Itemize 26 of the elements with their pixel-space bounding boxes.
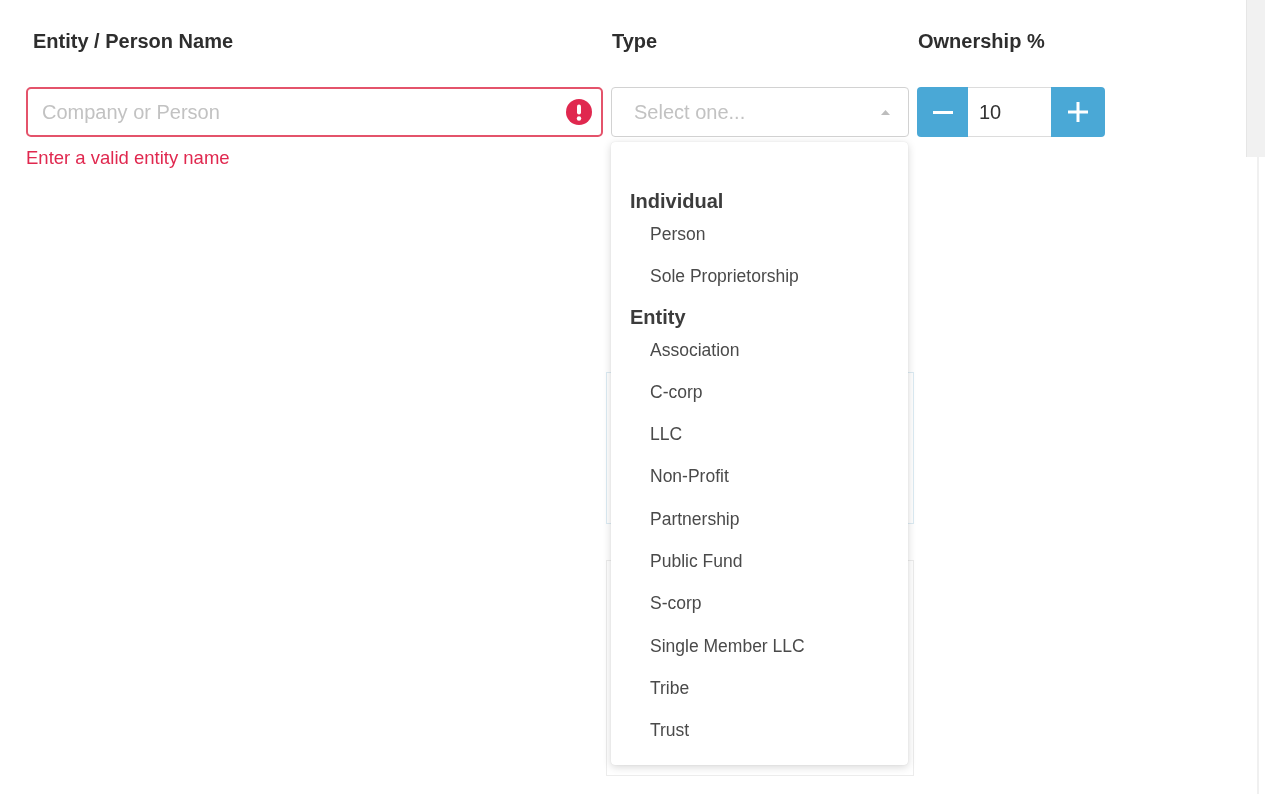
group-heading: Entity bbox=[630, 304, 686, 329]
dropdown-option[interactable]: Non-Profit bbox=[611, 455, 908, 498]
increment-button[interactable] bbox=[1051, 87, 1105, 137]
plus-icon bbox=[1068, 102, 1088, 122]
ownership-input[interactable]: 10 bbox=[968, 87, 1051, 137]
dropdown-option[interactable]: Public Fund bbox=[611, 540, 908, 583]
dropdown-option[interactable]: Single Member LLC bbox=[611, 624, 908, 667]
dropdown-option[interactable]: S-corp bbox=[611, 582, 908, 625]
dropdown-option[interactable]: LLC bbox=[611, 413, 908, 456]
dropdown-option[interactable]: Sole Proprietorship bbox=[611, 255, 908, 298]
dropdown-option[interactable]: Person bbox=[611, 213, 908, 256]
column-label: Ownership % bbox=[918, 29, 1045, 53]
decrement-button[interactable] bbox=[917, 87, 968, 137]
dropdown-option[interactable]: Partnership bbox=[611, 497, 908, 541]
error-icon bbox=[566, 99, 592, 125]
dropdown-option[interactable]: Association bbox=[611, 328, 908, 371]
minus-icon bbox=[932, 110, 953, 114]
dropdown-option[interactable]: Trust bbox=[611, 709, 908, 752]
name-input[interactable]: Company or Person bbox=[26, 87, 603, 137]
column-label: Type bbox=[612, 29, 658, 53]
column-label: Entity / Person Name bbox=[33, 29, 234, 53]
caret-icon bbox=[881, 109, 890, 115]
dropdown-option[interactable]: Tribe bbox=[611, 666, 908, 710]
error-message: Enter a valid entity name bbox=[26, 147, 230, 169]
group-heading: Individual bbox=[630, 189, 724, 213]
dropdown-option[interactable]: C-corp bbox=[611, 370, 908, 414]
